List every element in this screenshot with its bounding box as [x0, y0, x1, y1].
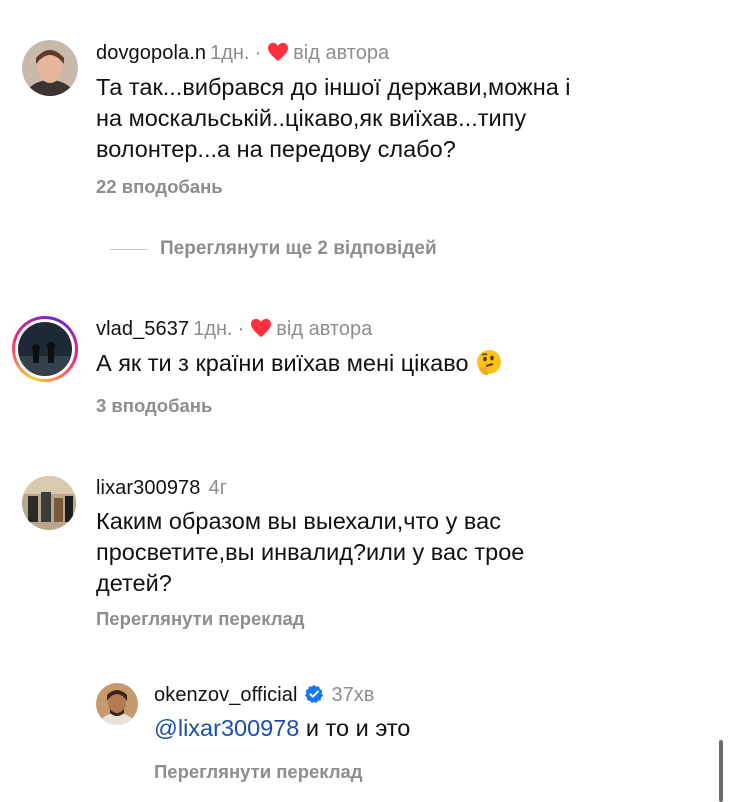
likes-count[interactable]: 22 вподобань [96, 176, 223, 198]
avatar[interactable] [12, 316, 78, 382]
comment-meta: vlad_5637 1дн. · від автора [96, 317, 372, 344]
comment-text: @lixar300978 и то и это [154, 713, 410, 744]
comment-text-line: А як ти з країни виїхав мені цікаво [96, 350, 469, 376]
comment-meta: dovgopola.n 1дн. · від автора [96, 41, 389, 68]
timestamp: 1дн. [210, 42, 250, 64]
username[interactable]: dovgopola.n [96, 42, 206, 64]
comment-meta: okenzov_official 37хв [154, 683, 374, 710]
view-translation-link[interactable]: Переглянути переклад [154, 761, 363, 783]
thinking-face-emoji [475, 349, 503, 385]
timestamp: 4г [208, 477, 227, 499]
heart-icon [250, 318, 272, 344]
heart-icon [267, 42, 289, 68]
verified-badge-icon [304, 684, 324, 710]
mention-link[interactable]: @lixar300978 [154, 715, 299, 741]
avatar[interactable] [22, 476, 76, 530]
avatar-image [22, 476, 76, 530]
comment-text: Каким образом вы выехали,что у вас просв… [96, 506, 524, 599]
username[interactable]: okenzov_official [154, 684, 298, 706]
comment-text-line: и то и это [299, 715, 411, 741]
separator-dot: · [254, 42, 262, 64]
comment-text-line: волонтер...а на передову слабо? [96, 136, 456, 162]
comment-text-line: на москальській..цікаво,як виїхав...типу [96, 105, 527, 131]
comment-text-line: Та так...вибрався до іншої держави,можна… [96, 74, 571, 100]
comment-text-line: просветите,вы инвалид?или у вас трое [96, 539, 525, 565]
username[interactable]: vlad_5637 [96, 318, 189, 340]
comment-text: Та так...вибрався до іншої держави,можна… [96, 72, 571, 165]
likes-count[interactable]: 3 вподобань [96, 395, 212, 417]
divider-line [110, 248, 148, 250]
avatar-image [96, 683, 138, 725]
view-more-replies[interactable]: Переглянути ще 2 відповідей [110, 238, 437, 260]
liked-by-author-label: від автора [276, 318, 373, 340]
username[interactable]: lixar300978 [96, 477, 201, 499]
comment-text-line: Каким образом вы выехали,что у вас [96, 508, 501, 534]
liked-by-author-label: від автора [293, 42, 390, 64]
view-translation-link[interactable]: Переглянути переклад [96, 608, 305, 630]
avatar-image [18, 322, 72, 376]
avatar-image [22, 40, 78, 96]
avatar[interactable] [22, 40, 78, 96]
view-more-replies-label: Переглянути ще 2 відповідей [160, 238, 437, 259]
scrollbar[interactable] [719, 740, 723, 802]
avatar[interactable] [96, 683, 138, 725]
comment-text-line: детей? [96, 570, 172, 596]
comment-meta: lixar300978 4г [96, 476, 227, 500]
timestamp: 37хв [331, 684, 375, 706]
comment-text: А як ти з країни виїхав мені цікаво [96, 348, 503, 385]
separator-dot: · [237, 318, 245, 340]
timestamp: 1дн. [193, 318, 233, 340]
